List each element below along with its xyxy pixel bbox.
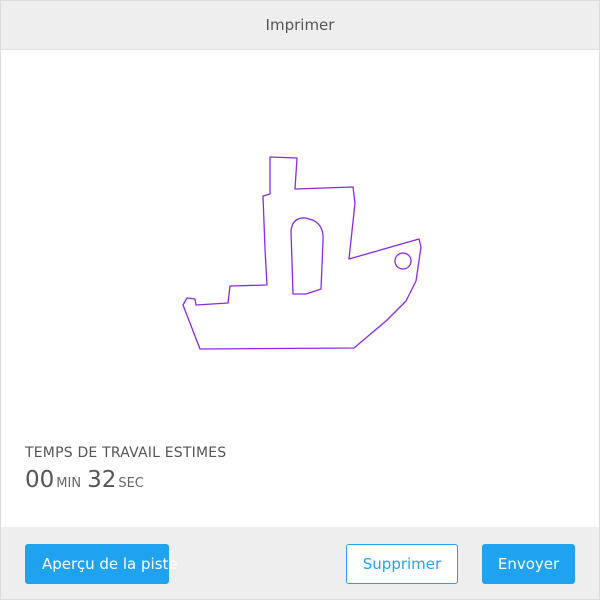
estimate-time: 00 MIN 32 SEC (25, 467, 150, 493)
estimate-seconds-unit: SEC (118, 476, 144, 491)
track-preview-button[interactable]: Aperçu de la piste (25, 544, 178, 584)
estimate-minutes-unit: MIN (56, 476, 82, 491)
estimate-seconds: 32 (87, 467, 117, 493)
print-dialog: Imprimer TEMPS DE TRAVAIL ESTIMES 00 MIN… (0, 0, 600, 600)
print-preview-area (1, 50, 599, 430)
boat-hull-outline (182, 156, 422, 350)
send-button[interactable]: Envoyer (482, 544, 575, 584)
dialog-title: Imprimer (265, 16, 335, 34)
estimate-label: TEMPS DE TRAVAIL ESTIMES (25, 445, 227, 461)
delete-button[interactable]: Supprimer (346, 544, 458, 584)
dialog-title-bar: Imprimer (1, 1, 599, 50)
boat-outline-icon (182, 156, 422, 350)
dialog-footer: Aperçu de la piste Supprimer Envoyer (1, 527, 599, 599)
estimate-minutes: 00 (25, 467, 55, 493)
boat-porthole-outline (394, 252, 412, 270)
boat-window-outline (290, 217, 324, 295)
